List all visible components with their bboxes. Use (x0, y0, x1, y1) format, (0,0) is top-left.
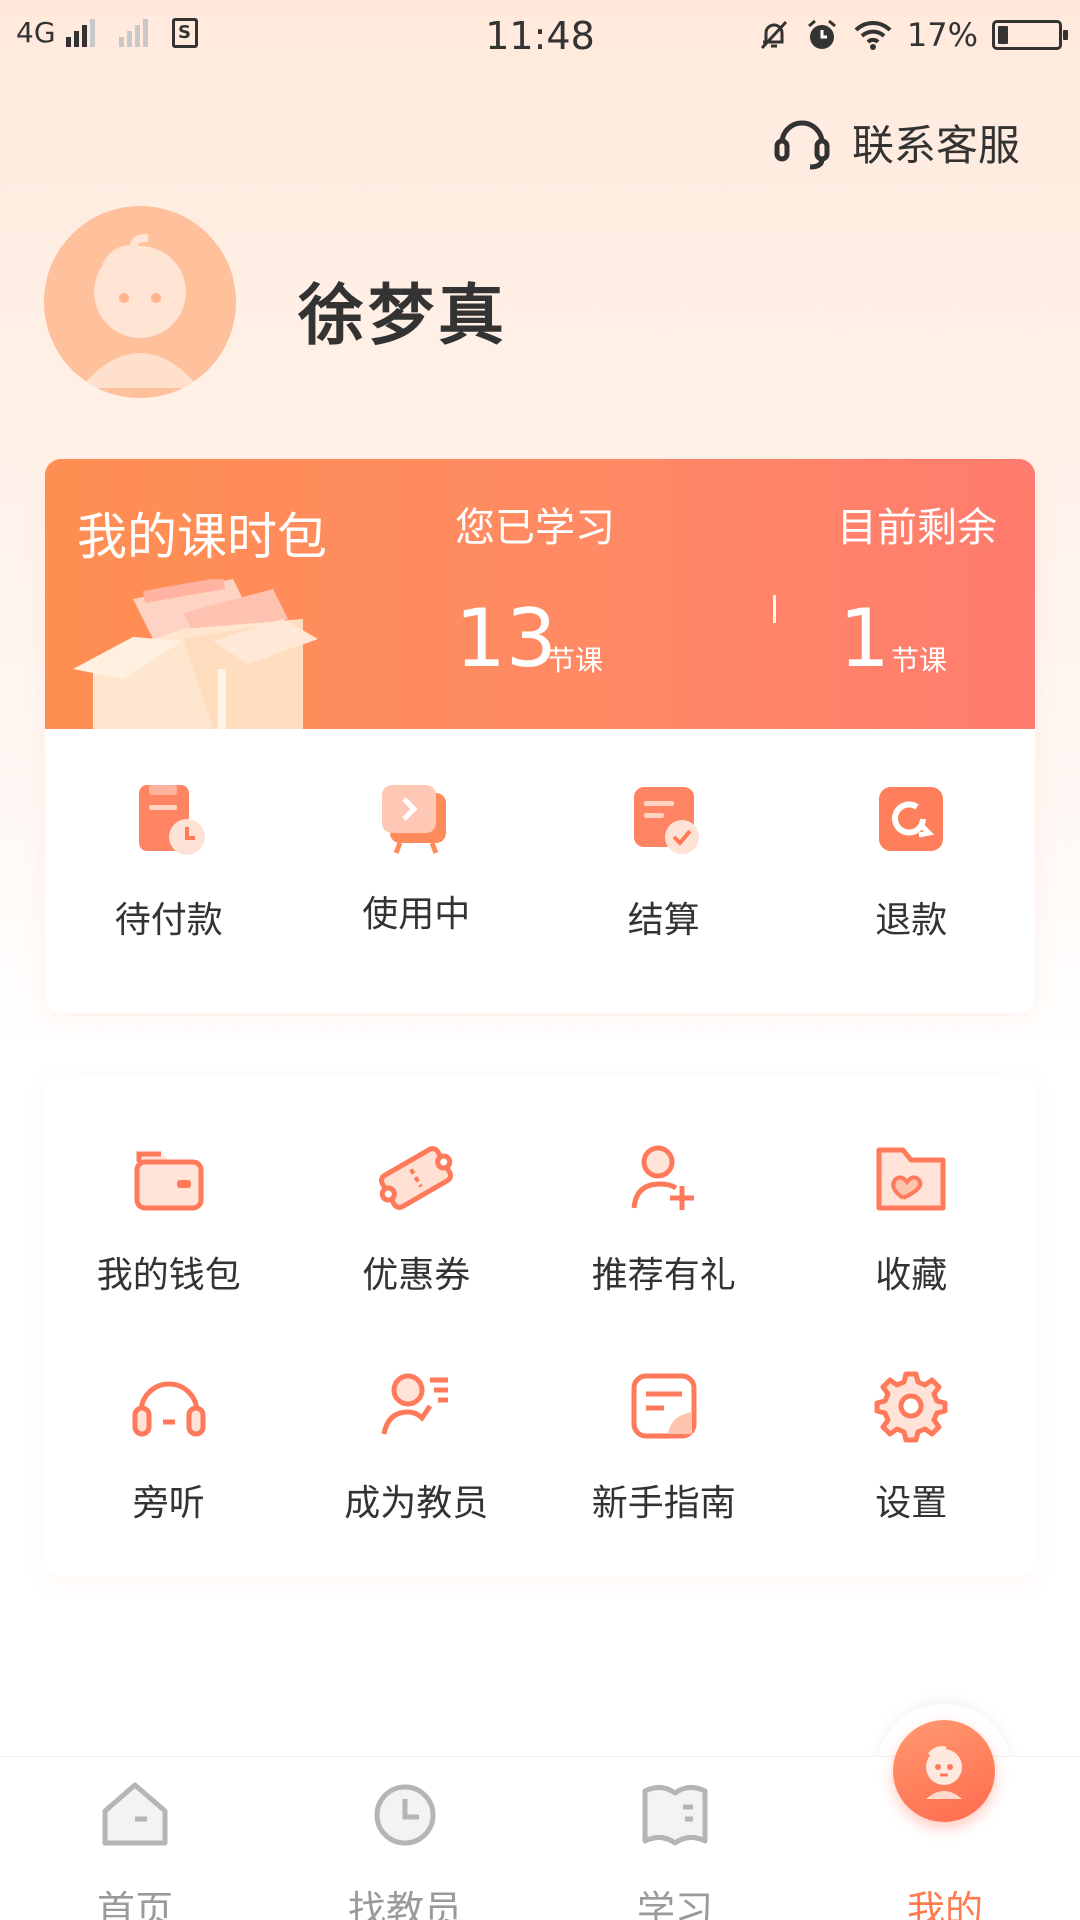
settlement-button[interactable]: 结算 (540, 781, 788, 943)
headset-icon (774, 120, 830, 169)
lesson-package-card: 我的课时包 您已学习 13 节课 目前剩余 1 节课 待付款 使用中 结算 退款 (45, 459, 1035, 1013)
favorites-folder-icon (876, 1147, 946, 1211)
service-label: 推荐有礼 (591, 1255, 736, 1296)
tab-label: 我的 (906, 1888, 983, 1920)
lesson-package-title: 我的课时包 (77, 508, 327, 566)
battery-percent: 17% (906, 16, 978, 54)
status-right: 17% (757, 16, 1068, 54)
learned-label: 您已学习 (455, 505, 615, 551)
settlement-icon (633, 787, 699, 854)
action-label: 结算 (627, 900, 700, 941)
action-label: 待付款 (114, 900, 223, 941)
in-use-icon (382, 785, 447, 854)
remaining-unit: 节课 (891, 644, 948, 677)
services-row-1: 我的钱包 优惠券 推荐有礼 收藏 (45, 1140, 1035, 1298)
add-user-icon (631, 1145, 694, 1210)
services-row-2: 旁听 成为教员 新手指南 设置 (45, 1368, 1035, 1526)
wifi-icon (854, 20, 892, 50)
settings-button[interactable]: 设置 (788, 1368, 1036, 1526)
beginner-guide-button[interactable]: 新手指南 (540, 1368, 788, 1526)
service-label: 收藏 (875, 1255, 948, 1296)
home-icon (102, 1782, 168, 1846)
remaining-count: 1 (839, 592, 890, 685)
avatar[interactable] (44, 206, 236, 398)
wallet-icon (134, 1151, 204, 1211)
coupon-button[interactable]: 优惠券 (293, 1140, 541, 1298)
alarm-icon (807, 19, 836, 49)
referral-button[interactable]: 推荐有礼 (540, 1140, 788, 1298)
action-label: 退款 (875, 900, 948, 941)
favorites-button[interactable]: 收藏 (788, 1140, 1036, 1298)
package-actions: 待付款 使用中 结算 退款 (45, 781, 1035, 943)
status-bar: 4G S 11:48 17% (0, 0, 1080, 76)
lesson-package-header[interactable]: 我的课时包 您已学习 13 节课 目前剩余 1 节课 (45, 459, 1035, 729)
pending-payment-icon (138, 785, 205, 855)
tab-find-teacher[interactable]: 找教员 (270, 1757, 540, 1920)
guide-icon (631, 1373, 697, 1439)
tab-study[interactable]: 学习 (540, 1757, 810, 1920)
learned-unit: 节课 (547, 644, 604, 677)
headphones-icon (132, 1381, 206, 1437)
tab-label: 学习 (636, 1888, 713, 1920)
customer-service-button[interactable]: 联系客服 (772, 112, 1020, 173)
tab-label: 首页 (96, 1888, 173, 1920)
battery-fill (998, 26, 1008, 44)
service-label: 旁听 (132, 1483, 205, 1524)
customer-service-label: 联系客服 (851, 121, 1020, 170)
wallet-button[interactable]: 我的钱包 (45, 1140, 293, 1298)
service-label: 我的钱包 (96, 1255, 241, 1296)
clock-icon (374, 1784, 436, 1846)
stat-divider (773, 595, 776, 623)
service-label: 设置 (875, 1483, 948, 1524)
become-teacher-button[interactable]: 成为教员 (293, 1368, 541, 1526)
learned-count: 13 (455, 592, 557, 685)
battery-icon (992, 20, 1068, 50)
tab-label: 找教员 (347, 1888, 462, 1920)
coupon-icon (379, 1146, 454, 1210)
pending-payment-button[interactable]: 待付款 (45, 781, 293, 943)
services-card: 我的钱包 优惠券 推荐有礼 收藏 旁听 成为教员 新手指南 设置 (45, 1076, 1035, 1576)
open-box-illustration (73, 579, 318, 729)
service-label: 成为教员 (344, 1483, 489, 1524)
user-name: 徐梦真 (298, 277, 508, 354)
tab-home[interactable]: 首页 (0, 1757, 270, 1920)
become-teacher-icon (381, 1373, 449, 1435)
profile-face-icon (926, 1746, 962, 1799)
user-avatar-icon (44, 206, 236, 398)
tab-mine-icon-button[interactable] (893, 1720, 995, 1822)
remaining-label: 目前剩余 (837, 505, 997, 551)
refund-button[interactable]: 退款 (788, 781, 1036, 943)
in-use-button[interactable]: 使用中 (293, 781, 541, 943)
service-label: 新手指南 (591, 1483, 736, 1524)
action-label: 使用中 (362, 894, 471, 935)
mute-icon (760, 20, 787, 50)
audit-button[interactable]: 旁听 (45, 1368, 293, 1526)
book-icon (642, 1785, 708, 1846)
service-label: 优惠券 (362, 1255, 471, 1296)
refund-icon (879, 787, 944, 851)
gear-icon (874, 1371, 948, 1443)
